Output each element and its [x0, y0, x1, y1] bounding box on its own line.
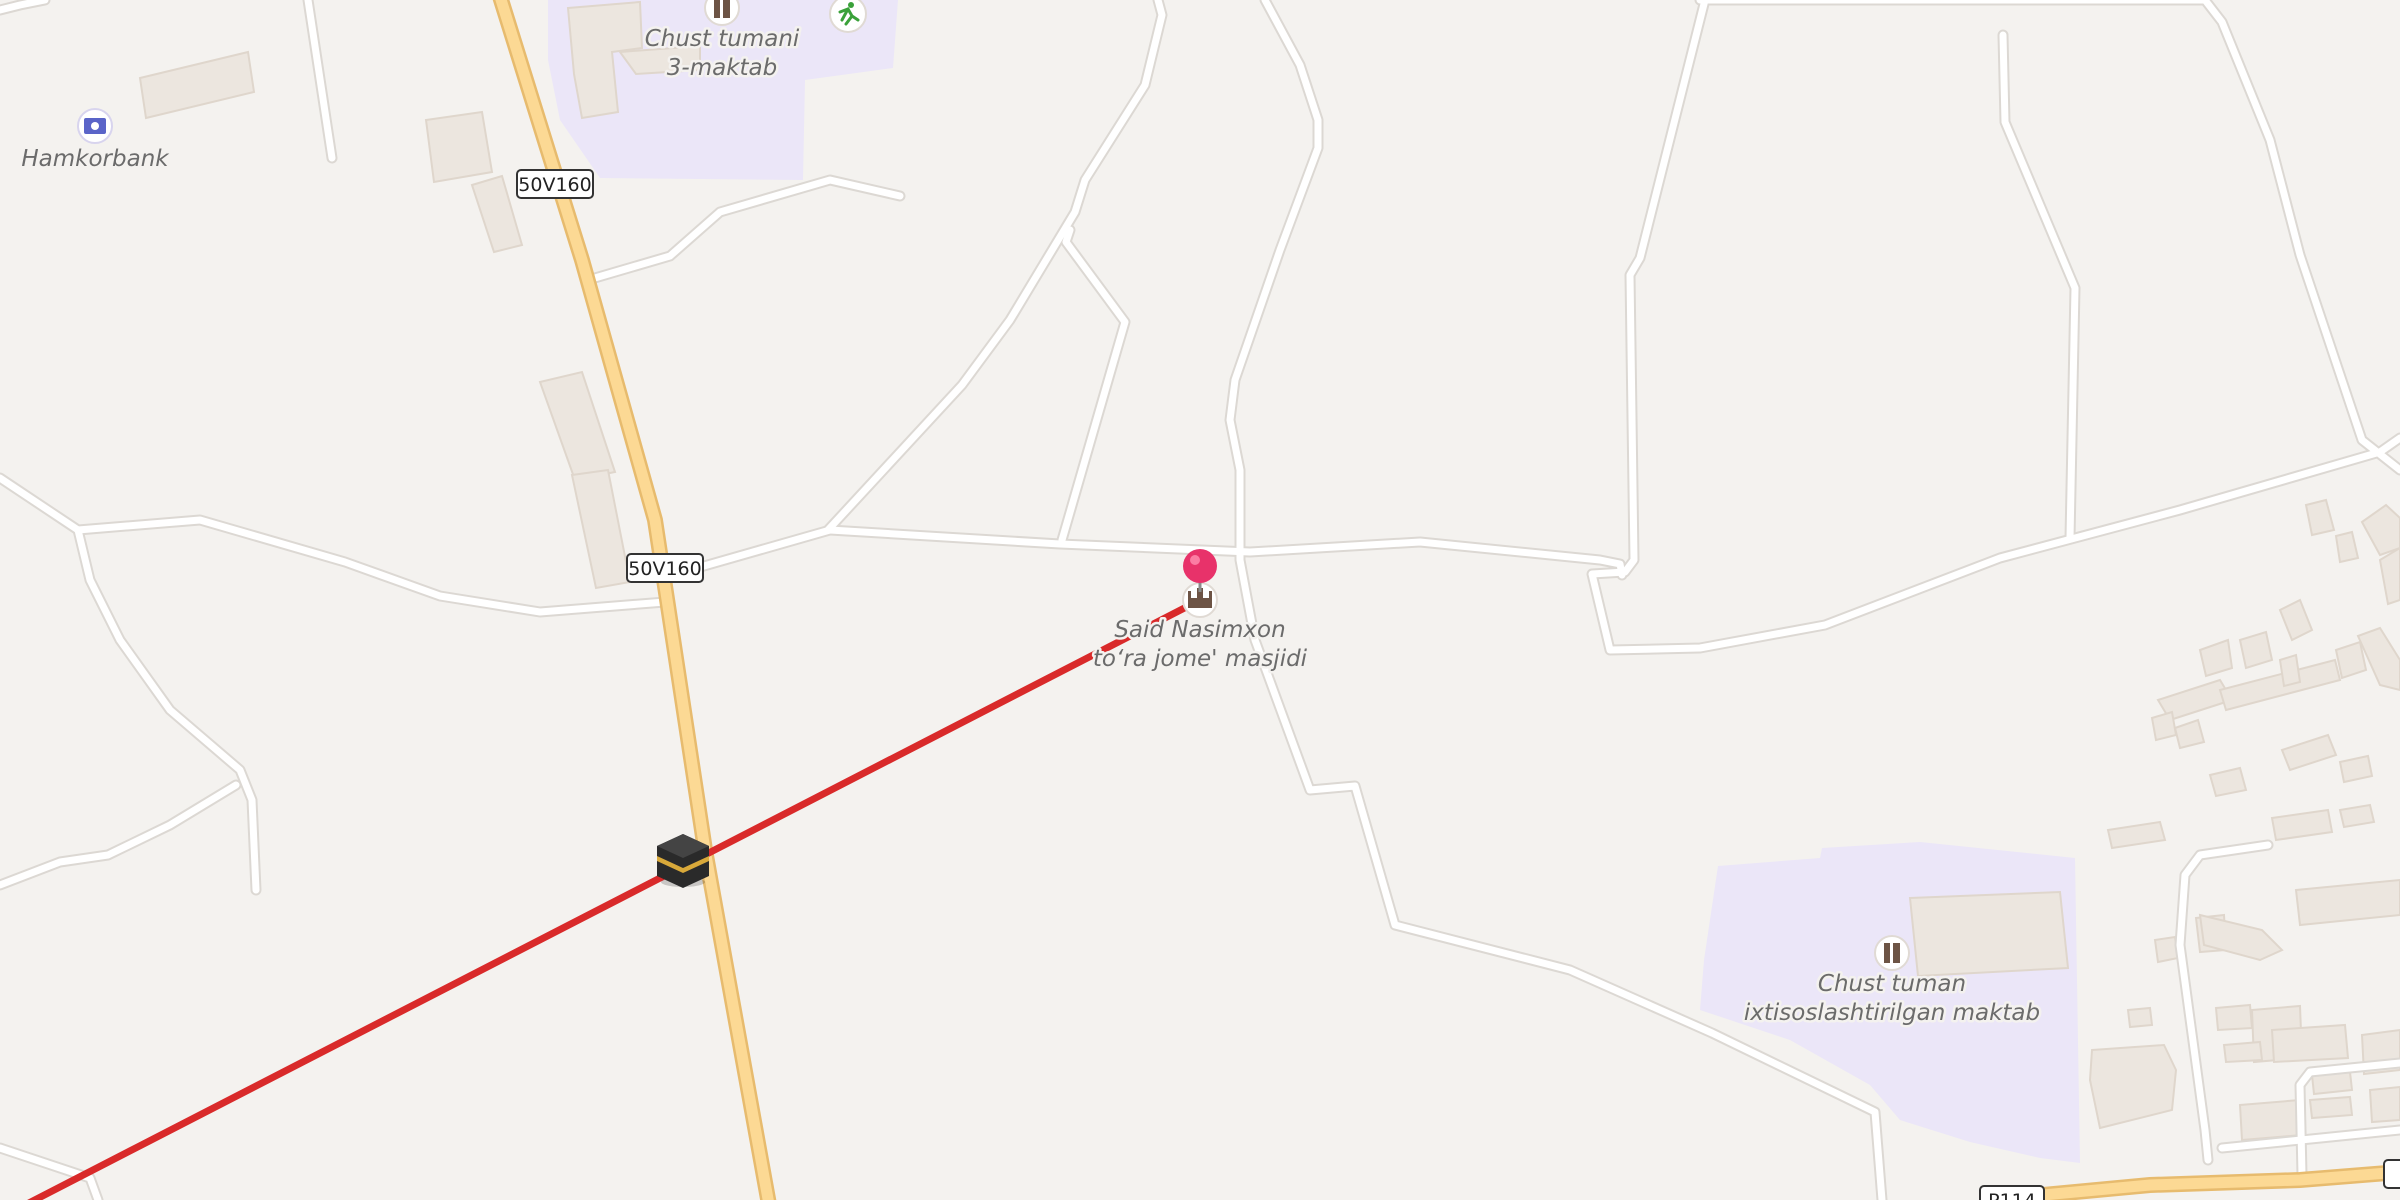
building — [2238, 1098, 2304, 1142]
poi-label-line-2: to‘ra jome' masjidi — [1093, 646, 1308, 672]
building — [1908, 890, 2070, 978]
road-shield-label: 50V160 — [628, 558, 701, 580]
running-icon — [829, 0, 867, 33]
school-icon — [1874, 935, 1910, 971]
road-shield: P114 — [1979, 1185, 2045, 1200]
building — [2338, 803, 2376, 829]
poi-label-line-2: ixtisoslashtirilgan maktab — [1744, 1000, 2040, 1026]
poi-label-line-2: 3-maktab — [667, 55, 777, 81]
building — [2150, 710, 2178, 742]
road-shield-partial — [2383, 1159, 2400, 1189]
poi-label-line-1: Chust tumani — [645, 26, 800, 52]
building — [2126, 1006, 2154, 1029]
road-shield-label: 50V160 — [518, 174, 591, 196]
poi-label: Hamkorbank — [21, 146, 170, 172]
road-shield: 50V160 — [626, 553, 704, 583]
poi-label-line-1: Chust tuman — [1818, 971, 1966, 997]
building — [2222, 1040, 2264, 1064]
school-icon — [704, 0, 740, 26]
building — [2278, 653, 2302, 688]
poi-label-line-1: Said Nasimxon — [1114, 617, 1285, 643]
poi-sports[interactable] — [829, 0, 867, 33]
building — [2214, 1003, 2254, 1032]
building — [2270, 1023, 2350, 1064]
building — [2153, 935, 2180, 964]
map-canvas[interactable]: 50V160 50V160 P114 Hamkorbank Chust tuma… — [0, 0, 2400, 1200]
building — [424, 110, 494, 184]
bank-icon — [77, 108, 113, 144]
road-shield: 50V160 — [516, 169, 594, 199]
road-shield-label: P114 — [1988, 1190, 2036, 1200]
building — [2308, 1095, 2354, 1120]
building — [2368, 1085, 2400, 1124]
